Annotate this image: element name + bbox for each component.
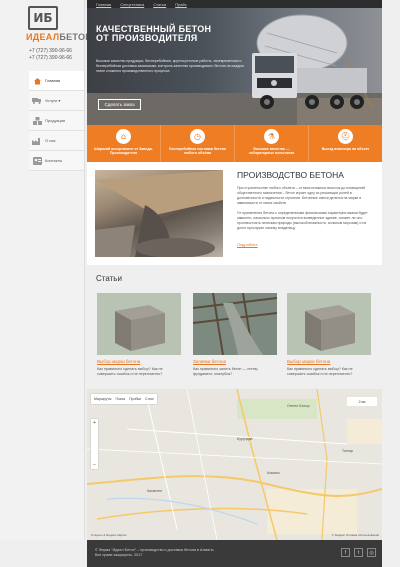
map-label: Бурундай bbox=[237, 437, 253, 441]
nav-item-about[interactable]: О нас bbox=[29, 131, 84, 151]
article-title[interactable]: Выбор марки бетона bbox=[97, 359, 181, 364]
helmet-icon: ⛑ bbox=[338, 129, 353, 144]
map-routes-button[interactable]: Маршруты bbox=[94, 397, 111, 401]
nav-item-products[interactable]: Продукция bbox=[29, 111, 84, 131]
brand-name: ИДЕАЛБЕТОН bbox=[26, 32, 93, 42]
map-toolbar: Маршруты Поиск Пробки Слои bbox=[91, 394, 157, 404]
concrete-block-image bbox=[287, 293, 371, 355]
flask-icon: ⚗ bbox=[264, 129, 279, 144]
phone-number-2[interactable]: +7 (727) 390-96-66 bbox=[29, 55, 72, 61]
open-in-yandex-link[interactable]: Открыть в Яндекс.Картах bbox=[91, 533, 127, 537]
articles-title: Статьи bbox=[96, 274, 122, 283]
article-title[interactable]: Выбор марки бетона bbox=[287, 359, 371, 364]
factory-icon bbox=[32, 137, 42, 145]
facebook-icon[interactable]: f bbox=[341, 548, 350, 557]
contacts-icon bbox=[32, 156, 42, 165]
map-terms-link[interactable]: © Яндекс Условия использования bbox=[332, 533, 379, 537]
map-label: Талгар bbox=[342, 449, 354, 453]
map-label: Алматы bbox=[267, 471, 280, 475]
logo-icon[interactable]: ИБ bbox=[28, 6, 58, 30]
feature-label: Выезд инженера на объект bbox=[321, 147, 370, 151]
instagram-icon[interactable]: ◎ bbox=[367, 548, 376, 557]
order-button[interactable]: Сделать заказ bbox=[98, 99, 141, 110]
read-more-link[interactable]: Подробнее bbox=[237, 242, 258, 247]
nav-item-label: Услуги ▾ bbox=[45, 98, 61, 103]
footer: © Фирма "Идеал Бетон" – производство и д… bbox=[87, 540, 382, 567]
production-text-2: От применения бетона с определенными физ… bbox=[237, 211, 368, 230]
map-layers-button[interactable]: Слои bbox=[145, 397, 154, 401]
zoom-out-button[interactable]: − bbox=[93, 462, 96, 468]
feature-quality: ⚗ Высокое качество — лабораторные испыта… bbox=[235, 125, 309, 162]
concrete-pouring-image bbox=[193, 293, 277, 355]
home-icon bbox=[32, 77, 42, 85]
concrete-block-image bbox=[97, 293, 181, 355]
nav-item-label: Продукция bbox=[45, 118, 66, 123]
article-description: Как правильно сделать выбор? Как не сове… bbox=[97, 367, 163, 376]
article-card[interactable]: Заливка бетона Как правильно залить бето… bbox=[193, 293, 277, 377]
twitter-icon[interactable]: t bbox=[354, 548, 363, 557]
top-link-machinery[interactable]: Спецтехника bbox=[120, 2, 144, 7]
article-card[interactable]: Выбор марки бетона Как правильно сделать… bbox=[97, 293, 181, 377]
feature-label: Высокое качество — лабораторные испытани… bbox=[248, 147, 295, 155]
top-link-price[interactable]: Прайс bbox=[175, 2, 187, 7]
nav-item-label: Контакты bbox=[45, 158, 63, 163]
hero-title: КАЧЕСТВЕННЫЙ БЕТОН ОТ ПРОИЗВОДИТЕЛЯ bbox=[96, 24, 212, 43]
nav-item-contacts[interactable]: Контакты bbox=[29, 151, 84, 171]
concrete-pour-image bbox=[95, 170, 223, 257]
map-zoom-control: + − bbox=[91, 419, 98, 469]
feature-engineer: ⛑ Выезд инженера на объект bbox=[309, 125, 382, 162]
clock-icon: ◷ bbox=[190, 129, 205, 144]
top-link-articles[interactable]: Статьи bbox=[153, 2, 166, 7]
article-card[interactable]: Выбор марки бетона Как правильно сделать… bbox=[287, 293, 371, 377]
nav-item-label: О нас bbox=[45, 138, 56, 143]
sidebar: ИБ ИДЕАЛБЕТОН +7 (727) 390-96-66 +7 (727… bbox=[0, 0, 92, 540]
production-section: ПРОИЗВОДСТВО БЕТОНА При строительстве лю… bbox=[87, 162, 382, 265]
map-search-button[interactable]: Поиск bbox=[115, 397, 125, 401]
nav-item-label: Главная bbox=[45, 78, 61, 83]
hero-banner: КАЧЕСТВЕННЫЙ БЕТОН ОТ ПРОИЗВОДИТЕЛЯ Высок… bbox=[87, 8, 382, 125]
top-menu: Главная Спецтехника Статьи Прайс bbox=[87, 0, 382, 8]
map-traffic-button[interactable]: Пробки bbox=[129, 397, 141, 401]
feature-label: Бесперебойная поставка бетона любого объ… bbox=[169, 147, 226, 155]
features-strip: ⌂ Широкий ассортимент от Завода-Производ… bbox=[87, 125, 382, 162]
article-description: Как правильно залить бетон — стены, фунд… bbox=[193, 367, 259, 376]
sidebar-nav: Главная Услуги ▾ Продукция О нас Контакт… bbox=[29, 71, 84, 171]
hero-description: Высокое качество продукции, бесперебойны… bbox=[96, 59, 244, 73]
production-text-1: При строительстве любого объекта – от мн… bbox=[237, 186, 366, 205]
map-label: Отеген Батыр bbox=[287, 404, 310, 408]
factory-icon: ⌂ bbox=[116, 129, 131, 144]
feature-assortment: ⌂ Широкий ассортимент от Завода-Производ… bbox=[87, 125, 161, 162]
zoom-in-button[interactable]: + bbox=[93, 420, 96, 426]
article-description: Как правильно сделать выбор? Как не сове… bbox=[287, 367, 353, 376]
articles-section: Статьи Выбор марки бетона Как правильно … bbox=[87, 265, 382, 389]
top-link-home[interactable]: Главная bbox=[96, 2, 111, 7]
map-scale: 2 км bbox=[347, 397, 377, 406]
article-title[interactable]: Заливка бетона bbox=[193, 359, 277, 364]
footer-copyright: © Фирма "Идеал Бетон" – производство и д… bbox=[95, 548, 215, 557]
truck-icon bbox=[32, 97, 42, 105]
nav-item-home[interactable]: Главная bbox=[29, 71, 84, 91]
feature-label: Широкий ассортимент от Завода-Производит… bbox=[94, 147, 153, 155]
nav-item-services[interactable]: Услуги ▾ bbox=[29, 91, 84, 111]
yandex-map[interactable]: Маршруты Поиск Пробки Слои 2 км + − Алма… bbox=[87, 389, 382, 540]
map-label: Каскелен bbox=[147, 489, 163, 493]
phone-number-1[interactable]: +7 (727) 390-96-66 bbox=[29, 48, 72, 54]
map-roads bbox=[87, 389, 382, 540]
production-title: ПРОИЗВОДСТВО БЕТОНА bbox=[237, 170, 344, 180]
blocks-icon bbox=[32, 116, 42, 125]
feature-delivery: ◷ Бесперебойная поставка бетона любого о… bbox=[161, 125, 235, 162]
